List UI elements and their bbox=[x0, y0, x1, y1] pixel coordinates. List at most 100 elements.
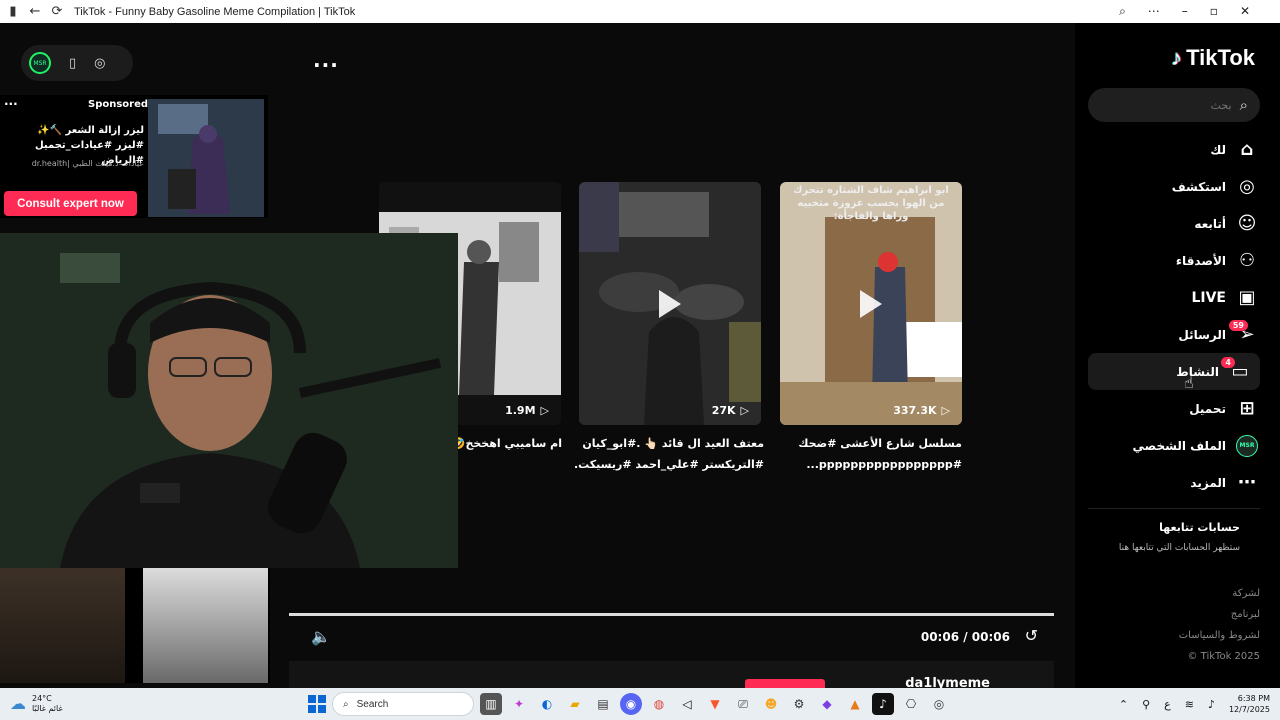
sidebar-item-profile[interactable]: MSR الملف الشخصي bbox=[1075, 427, 1280, 464]
play-small-icon: ▷ bbox=[941, 404, 950, 417]
sidebar-footer: لشركة لبرنامج لشروط والسياسات TikTok 202… bbox=[1179, 583, 1260, 667]
minimize-button[interactable]: – bbox=[1182, 4, 1188, 19]
follow-button[interactable] bbox=[745, 679, 825, 688]
more-dots-icon: ⋯ bbox=[1238, 472, 1256, 493]
wifi-icon[interactable]: ≋ bbox=[1185, 698, 1194, 711]
sidebar-item-messages[interactable]: ➢ 59 الرسائل bbox=[1075, 316, 1280, 353]
window-title: TikTok - Funny Baby Gasoline Meme Compil… bbox=[74, 5, 356, 18]
volume-icon[interactable]: 🔈 bbox=[311, 627, 331, 646]
task-view-icon[interactable]: ▥ bbox=[480, 693, 502, 715]
edge-icon[interactable]: ◐ bbox=[536, 693, 558, 715]
discord-icon[interactable]: ◉ bbox=[620, 693, 642, 715]
sidebar-item-following[interactable]: ☺ أتابعه bbox=[1075, 205, 1280, 242]
app-icon[interactable]: ◎ bbox=[928, 693, 950, 715]
app-icon[interactable]: ⎔ bbox=[900, 693, 922, 715]
store-icon[interactable]: ▤ bbox=[592, 693, 614, 715]
video-more-button[interactable]: ··· bbox=[313, 53, 339, 77]
author-username[interactable]: da1lymeme bbox=[905, 676, 990, 688]
mouse-cursor-icon: ☝ bbox=[1184, 373, 1194, 392]
home-icon: ⌂ bbox=[1240, 139, 1254, 160]
search-icon[interactable]: ⌕ bbox=[1240, 96, 1248, 114]
app-icon[interactable]: ▲ bbox=[844, 693, 866, 715]
ad-subtext: عيادات د.هيلث الطبي |dr.health bbox=[31, 159, 144, 168]
consult-button[interactable]: Consult expert now bbox=[4, 191, 137, 216]
mic-icon[interactable]: ⚲ bbox=[1142, 698, 1150, 711]
lang-indicator[interactable]: ع bbox=[1164, 698, 1171, 711]
video-time: 00:06 / 00:06 bbox=[920, 630, 1010, 644]
sidebar-item-activity[interactable]: ▭ 4 النشاط bbox=[1088, 353, 1260, 390]
speaker-icon[interactable]: ♪ bbox=[1208, 698, 1215, 711]
view-count: 337.3K ▷ bbox=[893, 404, 950, 417]
sidebar-item-explore[interactable]: ◎ استكشف bbox=[1075, 168, 1280, 205]
clock[interactable]: 6:38 PM 12/7/2025 bbox=[1229, 693, 1270, 715]
sponsored-ad: ··· Sponsored ليزر إزالة الشعر 🔨✨ #ليزر … bbox=[0, 95, 268, 218]
live-tv-icon: ▣ bbox=[1238, 287, 1256, 308]
footer-link[interactable]: لشركة bbox=[1179, 583, 1260, 604]
reload-icon[interactable]: ⟳ bbox=[50, 4, 64, 19]
phone-icon[interactable]: ▯ bbox=[69, 56, 76, 71]
search-bar[interactable]: ⌕ bbox=[1088, 88, 1260, 122]
maximize-button[interactable]: ▫ bbox=[1210, 4, 1218, 19]
video-caption[interactable]: مسلسل شارع الأعشى #ضحك #pppppppppppppppp… bbox=[772, 433, 962, 475]
more-icon[interactable]: ⋯ bbox=[1148, 4, 1160, 19]
thumbnail-strip bbox=[0, 568, 270, 683]
sidebar-item-foryou[interactable]: ⌂ لك bbox=[1075, 131, 1280, 168]
tiktok-taskbar-icon[interactable]: ♪ bbox=[872, 693, 894, 715]
ad-more-icon[interactable]: ··· bbox=[4, 97, 18, 111]
view-count: 27K ▷ bbox=[711, 404, 749, 417]
strip-thumbnail[interactable] bbox=[143, 568, 268, 683]
following-section: حسابات تتابعها ستظهر الحسابات التي تتابع… bbox=[1118, 521, 1240, 553]
sidebar: ♪ TikTok ⌕ ⌂ لك ◎ استكشف ☺ أتابعه ⚇ الأص… bbox=[1075, 23, 1280, 688]
app-icon[interactable]: ◁ bbox=[676, 693, 698, 715]
video-card[interactable]: ابو ابراهيم شاف الشتاره تتحرك من الهوا ب… bbox=[780, 182, 962, 425]
footer-link[interactable]: لبرنامج bbox=[1179, 604, 1260, 625]
video-overlay-text: ابو ابراهيم شاف الشتاره تتحرك من الهوا ب… bbox=[793, 185, 949, 222]
sidebar-item-friends[interactable]: ⚇ الأصدقاء bbox=[1075, 242, 1280, 279]
emoji-app-icon[interactable]: ☻ bbox=[760, 693, 782, 715]
app-menu-icon[interactable]: ▮ bbox=[6, 4, 20, 19]
video-caption[interactable]: معتف العيد ال قائد 👆🏻 .#ابو_كيان #التريك… bbox=[574, 433, 764, 475]
ad-thumbnail[interactable] bbox=[148, 99, 264, 217]
zoom-icon[interactable]: ⌕ bbox=[1119, 4, 1126, 19]
tiktok-page: MSR ▯ ◎ ··· ··· Sponsored ليزر إزالة الش… bbox=[0, 23, 1280, 688]
weather-widget[interactable]: ☁ 24°C غائم غالبًا bbox=[0, 694, 63, 714]
user-follow-icon: ☺ bbox=[1237, 213, 1257, 234]
browser-titlebar: ▮ ← ⟳ TikTok - Funny Baby Gasoline Meme … bbox=[0, 0, 1280, 23]
cloud-icon: ☁ bbox=[10, 694, 26, 713]
friends-icon: ⚇ bbox=[1238, 250, 1256, 271]
terminal-icon[interactable]: ⎚ bbox=[732, 693, 754, 715]
file-explorer-icon[interactable]: ▰ bbox=[564, 693, 586, 715]
sponsored-label: Sponsored bbox=[88, 99, 149, 110]
messages-badge: 59 bbox=[1228, 320, 1248, 331]
search-input[interactable] bbox=[1111, 98, 1232, 112]
app-icon[interactable]: ◆ bbox=[816, 693, 838, 715]
play-icon[interactable] bbox=[860, 289, 882, 318]
compass-small-icon[interactable]: ◎ bbox=[94, 56, 105, 71]
footer-link[interactable]: لشروط والسياسات bbox=[1179, 625, 1260, 646]
sidebar-item-live[interactable]: ▣ LIVE bbox=[1075, 279, 1280, 316]
chrome-icon[interactable]: ◍ bbox=[648, 693, 670, 715]
taskbar-search[interactable]: ⌕ Search bbox=[332, 692, 474, 716]
video-card[interactable]: 27K ▷ bbox=[579, 182, 761, 425]
sidebar-item-upload[interactable]: ⊞ تحميل bbox=[1075, 390, 1280, 427]
settings-icon[interactable]: ⚙ bbox=[788, 693, 810, 715]
play-icon[interactable] bbox=[659, 289, 681, 318]
chevron-up-icon[interactable]: ⌃ bbox=[1119, 698, 1128, 711]
channel-avatar[interactable]: MSR bbox=[29, 52, 51, 74]
activity-badge: 4 bbox=[1221, 357, 1235, 368]
back-arrow-icon[interactable]: ← bbox=[28, 4, 42, 19]
author-bar: da1lymeme bbox=[289, 661, 1054, 688]
brave-icon[interactable]: ▼ bbox=[704, 693, 726, 715]
view-count: 1.9M ▷ bbox=[505, 404, 549, 417]
sidebar-menu: ⌂ لك ◎ استكشف ☺ أتابعه ⚇ الأصدقاء ▣ LIVE… bbox=[1075, 131, 1280, 501]
close-button[interactable]: ✕ bbox=[1240, 4, 1250, 19]
replay-icon[interactable]: ↺ bbox=[1025, 626, 1038, 645]
windows-start-icon[interactable] bbox=[308, 695, 326, 713]
windows-taskbar: ☁ 24°C غائم غالبًا ⌕ Search ▥ ✦ ◐ ▰ ▤ ◉ … bbox=[0, 688, 1280, 720]
sidebar-item-more[interactable]: ⋯ المزيد bbox=[1075, 464, 1280, 501]
strip-thumbnail[interactable] bbox=[0, 568, 125, 683]
tiktok-logo[interactable]: ♪ TikTok bbox=[1171, 45, 1255, 71]
copilot-icon[interactable]: ✦ bbox=[508, 693, 530, 715]
video-progress-bar[interactable] bbox=[289, 613, 1054, 616]
play-small-icon: ▷ bbox=[540, 404, 549, 417]
